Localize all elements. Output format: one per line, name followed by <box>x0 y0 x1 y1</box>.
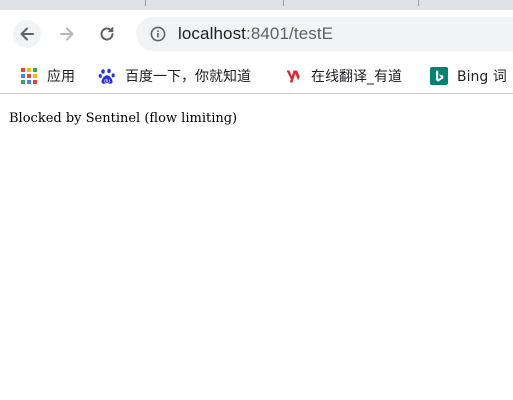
reload-button[interactable] <box>93 20 121 48</box>
info-icon[interactable] <box>150 26 166 42</box>
blocked-message: Blocked by Sentinel (flow limiting) <box>9 111 238 126</box>
forward-button[interactable] <box>53 20 81 48</box>
apps-grid-icon <box>20 67 38 85</box>
address-bar[interactable]: localhost:8401/testE <box>136 17 513 51</box>
arrow-right-icon <box>60 27 74 41</box>
tab-separator <box>145 0 146 6</box>
bookmark-baidu[interactable]: du 百度一下，你就知道 <box>98 65 251 87</box>
baidu-paw-icon: du <box>98 67 116 85</box>
url-text[interactable]: localhost:8401/testE <box>178 24 333 44</box>
reload-icon <box>100 27 114 41</box>
tab-separator <box>418 0 419 6</box>
tab-strip <box>0 0 513 10</box>
browser-toolbar: localhost:8401/testE <box>0 10 513 58</box>
browser-window: localhost:8401/testE 应用 du 百度一下，你就知道 在线翻… <box>0 0 513 400</box>
bookmark-youdao[interactable]: 在线翻译_有道 <box>284 65 402 87</box>
bookmark-label: 应用 <box>47 69 75 85</box>
bookmark-apps[interactable]: 应用 <box>20 65 75 87</box>
bookmark-label: 百度一下，你就知道 <box>125 69 251 85</box>
url-host: localhost <box>178 24 246 43</box>
youdao-icon <box>284 67 302 85</box>
page-content: Blocked by Sentinel (flow limiting) <box>0 95 513 400</box>
bookmarks-bar: 应用 du 百度一下，你就知道 在线翻译_有道 Bing 词 <box>0 58 513 94</box>
bookmark-label: Bing 词 <box>457 69 507 85</box>
url-path: :8401/testE <box>246 24 334 43</box>
bookmark-label: 在线翻译_有道 <box>311 69 402 85</box>
back-button[interactable] <box>13 20 41 48</box>
bing-icon <box>430 67 448 85</box>
tab-separator <box>283 0 284 6</box>
svg-text:du: du <box>104 78 110 84</box>
arrow-left-icon <box>20 27 34 41</box>
bookmark-bing[interactable]: Bing 词 <box>430 65 507 87</box>
